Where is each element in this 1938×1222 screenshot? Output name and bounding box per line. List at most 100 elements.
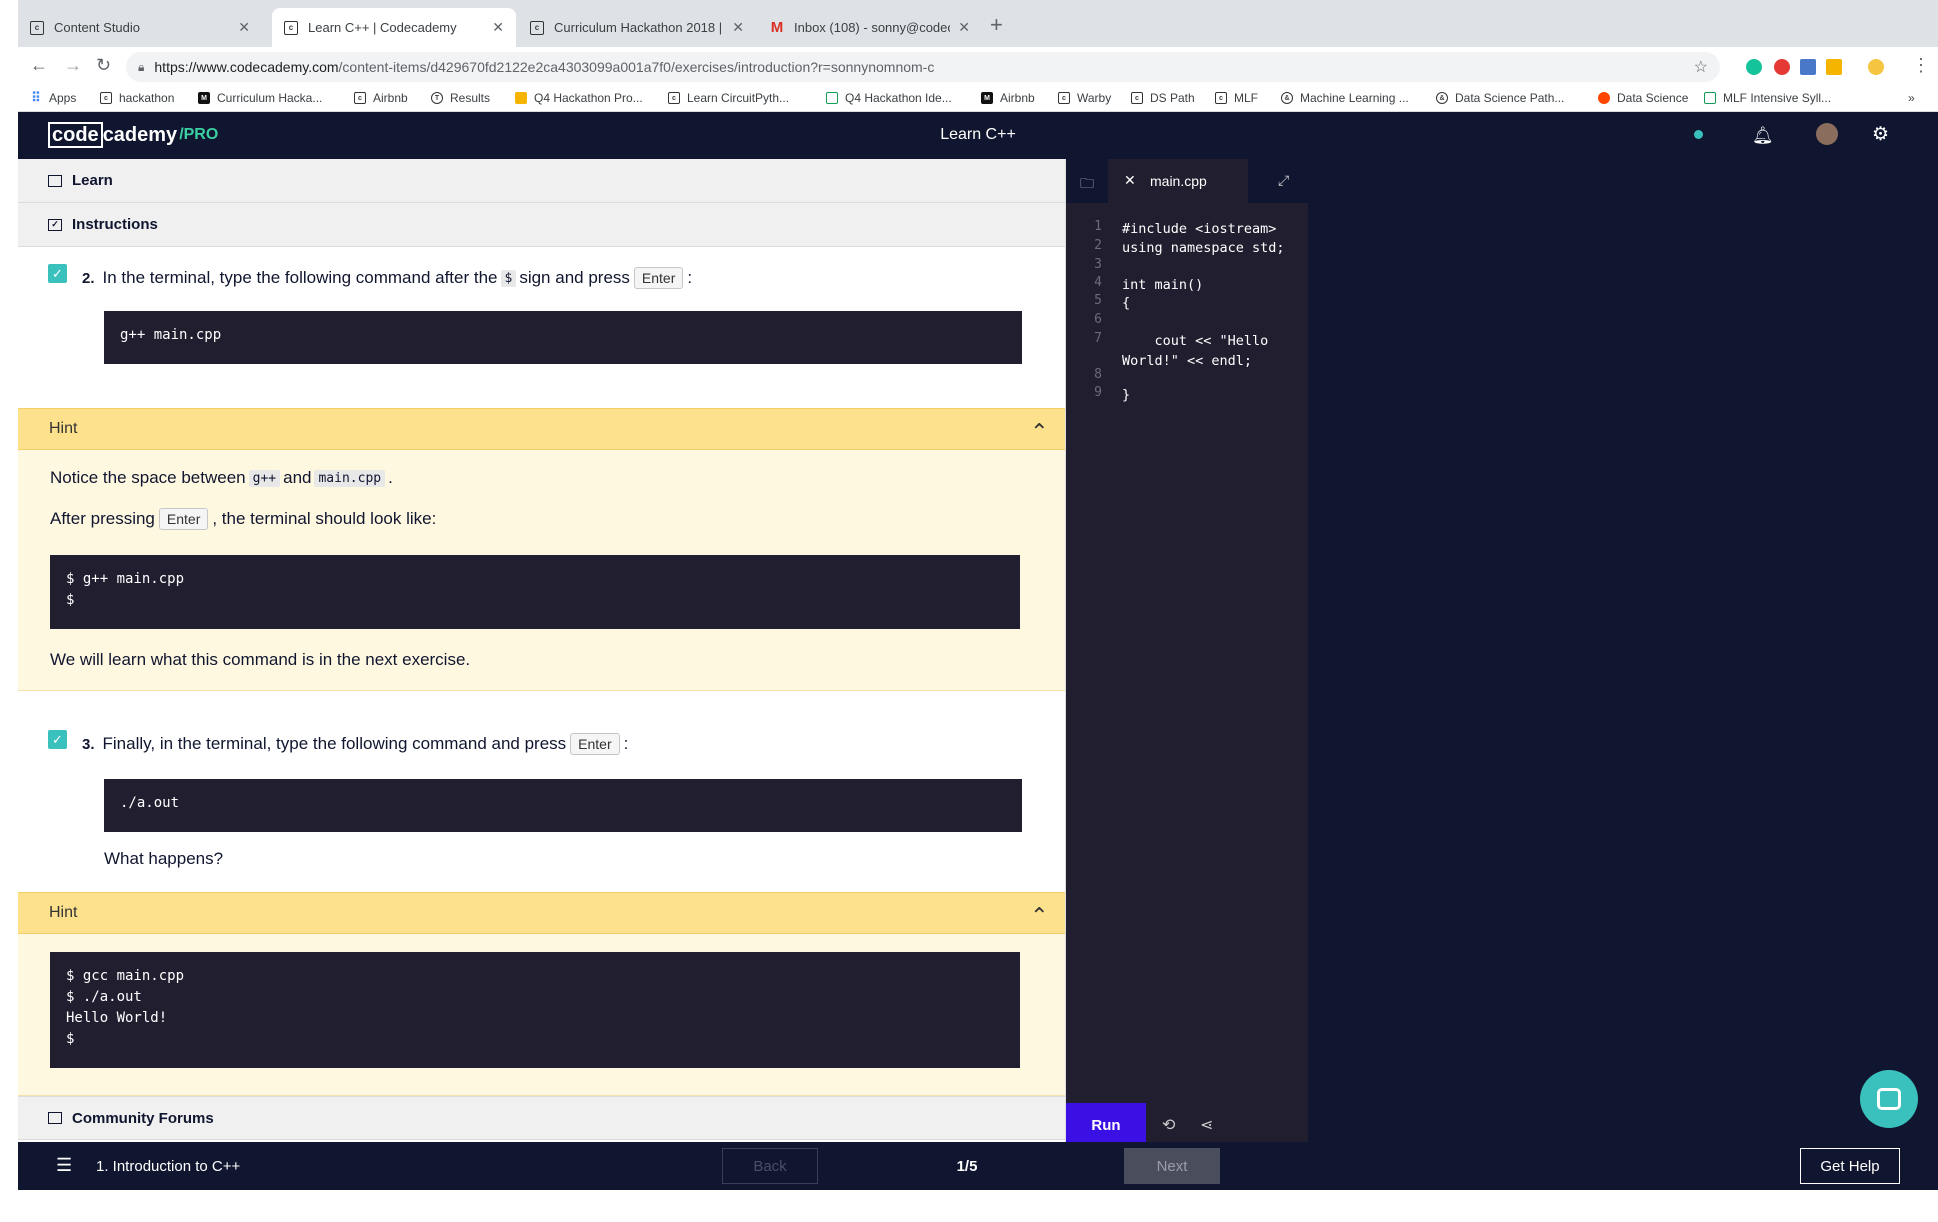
chevron-up-icon[interactable]: ⌄	[1030, 901, 1048, 927]
bookmark-star-icon[interactable]: ☆	[1694, 57, 1708, 77]
expand-icon[interactable]: ⤢	[1278, 172, 1289, 189]
file-tab-main-cpp[interactable]: ✕ main.cpp	[1108, 159, 1248, 203]
tab-learn-cpp[interactable]: c Learn C++ | Codecademy ✕	[272, 8, 516, 47]
editor-tabs: 🗀 ✕ main.cpp ⤢	[1066, 159, 1308, 203]
extension-icon[interactable]	[1774, 59, 1790, 75]
line-number: 8	[1094, 367, 1102, 382]
bookmark-item[interactable]: c Airbnb	[354, 91, 408, 105]
chat-support-button[interactable]	[1860, 1070, 1918, 1128]
extension-icon[interactable]	[1826, 59, 1842, 75]
line-number: 5	[1094, 293, 1102, 308]
hint-2-toggle[interactable]: Hint ⌄	[18, 892, 1065, 934]
reset-icon[interactable]: ⟲	[1162, 1115, 1175, 1135]
slides-icon	[515, 92, 527, 104]
code-line: cout << "Hello World!" << endl;	[1122, 333, 1269, 369]
line-number: 2	[1094, 238, 1102, 253]
bookmark-item[interactable]: Data Science	[1598, 91, 1688, 105]
tab-inbox[interactable]: M Inbox (108) - sonny@codecade ✕	[758, 8, 982, 47]
share-icon[interactable]: ⋖	[1200, 1115, 1213, 1135]
medium-icon: M	[981, 92, 993, 104]
notification-bell-icon[interactable]: 🔔︎	[1752, 126, 1774, 146]
bookmark-icon: &	[1281, 92, 1293, 104]
codecademy-icon: c	[668, 92, 680, 104]
address-bar[interactable]: 🔒︎ https://www.codecademy.com/content-it…	[126, 52, 1720, 82]
more-bookmarks-icon[interactable]: »	[1908, 91, 1915, 105]
instructions-section-header[interactable]: ✓ Instructions	[18, 203, 1065, 247]
line-number: 1	[1094, 219, 1102, 234]
line-number: 3	[1094, 257, 1102, 272]
bookmark-item[interactable]: c DS Path	[1131, 91, 1195, 105]
get-help-button[interactable]: Get Help	[1800, 1148, 1900, 1184]
bookmark-item[interactable]: c hackathon	[100, 91, 174, 105]
hint-1-line-3: We will learn what this command is in th…	[50, 650, 471, 669]
extension-icon[interactable]	[1800, 59, 1816, 75]
new-tab-icon[interactable]: +	[990, 12, 1003, 38]
settings-gear-icon[interactable]: ⚙	[1872, 123, 1889, 146]
back-arrow-icon[interactable]: ←	[30, 55, 48, 76]
hint-1-code-block: $ g++ main.cpp $	[50, 555, 1020, 629]
line-number: 4	[1094, 275, 1102, 290]
gmail-icon: M	[770, 19, 784, 36]
menu-hamburger-icon[interactable]: ☰	[56, 1155, 72, 1176]
codecademy-icon: c	[1058, 92, 1070, 104]
lesson-footer: ☰ 1. Introduction to C++ Back 1/5 Next G…	[18, 1142, 1938, 1190]
bookmark-item[interactable]: c Learn CircuitPyth...	[668, 91, 789, 105]
reddit-icon	[1598, 92, 1610, 104]
forward-arrow-icon[interactable]: →	[64, 55, 82, 76]
tab-curriculum-hackathon[interactable]: c Curriculum Hackathon 2018 | C ✕	[518, 8, 756, 47]
app-header: code cademy/PRO Learn C++ 🔔︎ ⚙	[18, 112, 1938, 159]
chevron-up-icon[interactable]: ⌄	[1030, 417, 1048, 443]
profile-avatar-icon[interactable]	[1868, 59, 1884, 75]
close-tab-icon[interactable]: ✕	[732, 19, 744, 36]
run-button[interactable]: Run	[1066, 1103, 1146, 1147]
reload-icon[interactable]: ↻	[96, 55, 111, 76]
code-line: {	[1122, 295, 1131, 311]
community-forums-header[interactable]: Community Forums	[18, 1096, 1065, 1140]
learn-section-header[interactable]: Learn	[18, 159, 1065, 203]
codecademy-favicon-icon: c	[30, 20, 44, 35]
user-avatar[interactable]	[1816, 123, 1838, 145]
next-button[interactable]: Next	[1124, 1148, 1220, 1184]
chat-icon	[1877, 1088, 1901, 1110]
status-dot-icon	[1694, 130, 1703, 139]
bookmark-item[interactable]: Q4 Hackathon Ide...	[826, 91, 952, 105]
codecademy-icon: c	[354, 92, 366, 104]
grammarly-extension-icon[interactable]	[1746, 59, 1762, 75]
bookmarks-bar: ⠿ Apps c hackathon M Curriculum Hacka... cA…	[18, 87, 1938, 112]
enter-key: Enter	[158, 508, 209, 530]
bookmark-item[interactable]: & Data Science Path...	[1436, 91, 1564, 105]
codecademy-favicon-icon: c	[530, 20, 544, 35]
hint-1-line-1: Notice the space between g++ and main.cp…	[50, 468, 393, 487]
code-line: }	[1122, 387, 1131, 403]
line-number: 6	[1094, 312, 1102, 327]
hint-1-line-2: After pressing Enter , the terminal shou…	[50, 508, 437, 530]
bookmark-item[interactable]: Q4 Hackathon Pro...	[515, 91, 643, 105]
close-tab-icon[interactable]: ✕	[492, 19, 504, 36]
bookmark-item[interactable]: MLF Intensive Syll...	[1704, 91, 1831, 105]
instructions-panel: Learn ✓ Instructions ✓ 2. In the termina…	[18, 159, 1066, 1142]
line-number: 9	[1094, 385, 1102, 400]
bookmark-item[interactable]: & Machine Learning ...	[1281, 91, 1409, 105]
step-3-checkbox[interactable]: ✓	[48, 730, 67, 749]
bookmark-item[interactable]: M Curriculum Hacka...	[198, 91, 322, 105]
bookmark-apps[interactable]: ⠿ Apps	[30, 90, 76, 105]
checkbox-icon: ✓	[48, 218, 62, 231]
close-file-icon[interactable]: ✕	[1124, 172, 1136, 189]
terminal-panel[interactable]	[1308, 159, 1938, 1142]
book-icon	[48, 174, 62, 187]
close-tab-icon[interactable]: ✕	[958, 19, 970, 36]
bookmark-item[interactable]: c MLF	[1215, 91, 1258, 105]
tab-content-studio[interactable]: c Content Studio ✕	[18, 8, 262, 47]
bookmark-item[interactable]: c Warby	[1058, 91, 1111, 105]
close-tab-icon[interactable]: ✕	[238, 19, 250, 36]
bookmark-item[interactable]: T Results	[431, 91, 490, 105]
folder-icon[interactable]: 🗀	[1080, 173, 1094, 197]
lesson-title[interactable]: 1. Introduction to C++	[96, 1158, 240, 1175]
browser-menu-icon[interactable]: ⋮	[1912, 55, 1930, 76]
chat-bubble-icon	[48, 1112, 62, 1124]
hint-1-toggle[interactable]: Hint ⌄	[18, 408, 1065, 450]
codecademy-icon: c	[1215, 92, 1227, 104]
back-button[interactable]: Back	[722, 1148, 818, 1184]
step-2-checkbox[interactable]: ✓	[48, 264, 67, 283]
bookmark-item[interactable]: M Airbnb	[981, 91, 1035, 105]
